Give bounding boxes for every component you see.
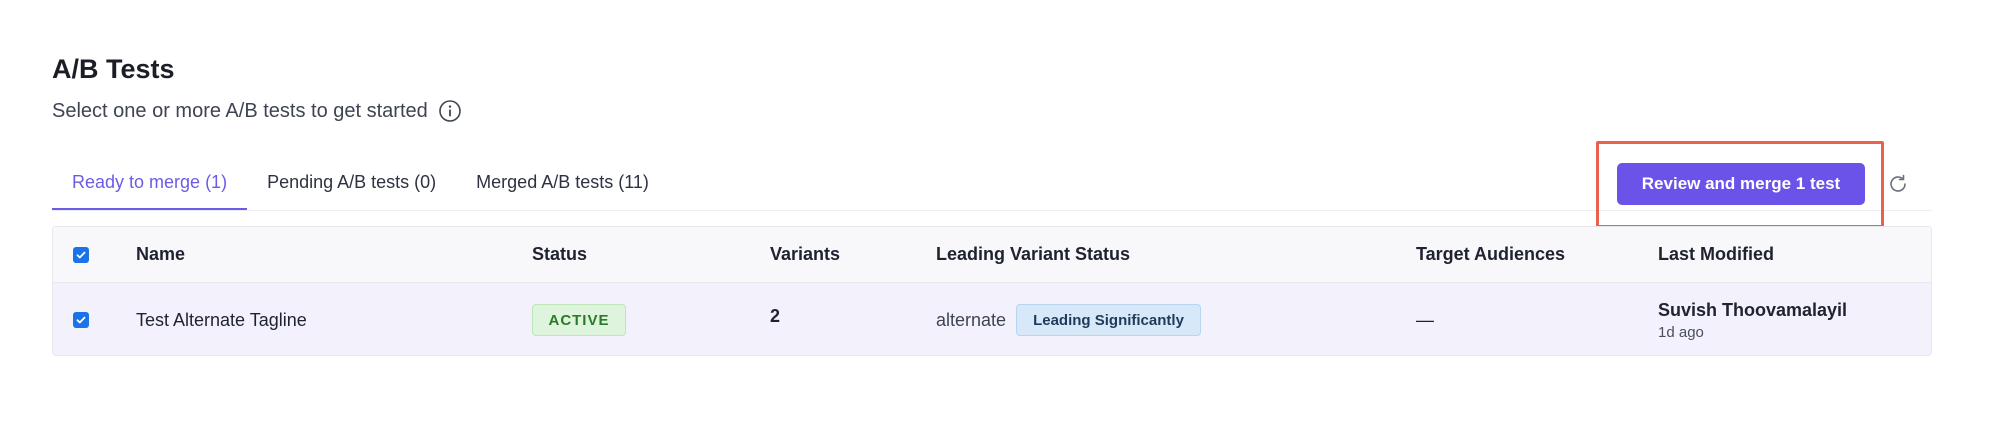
refresh-icon[interactable] xyxy=(1886,172,1910,196)
column-header-target-audiences[interactable]: Target Audiences xyxy=(1416,227,1565,282)
leading-variant-name: alternate xyxy=(936,309,1007,330)
target-audiences-value: — xyxy=(1416,309,1434,330)
status-badge: ACTIVE xyxy=(532,304,626,336)
leading-status-badge: Leading Significantly xyxy=(1016,304,1201,336)
modified-time: 1d ago xyxy=(1658,323,1704,341)
info-icon[interactable] xyxy=(438,99,462,123)
subtitle-text: Select one or more A/B tests to get star… xyxy=(52,99,428,122)
status-cell: ACTIVE xyxy=(532,283,626,355)
tab-pending-ab-tests[interactable]: Pending A/B tests (0) xyxy=(247,160,456,210)
row-checkbox[interactable] xyxy=(73,312,89,328)
tab-bar: Ready to merge (1) Pending A/B tests (0)… xyxy=(52,160,669,210)
column-header-leading-variant-status[interactable]: Leading Variant Status xyxy=(936,227,1130,282)
column-header-variants[interactable]: Variants xyxy=(770,227,840,282)
select-all-cell xyxy=(73,227,89,282)
column-header-last-modified[interactable]: Last Modified xyxy=(1658,227,1774,282)
modified-by: Suvish Thoovamalayil xyxy=(1658,299,1848,320)
page-title: A/B Tests xyxy=(52,54,175,84)
test-name[interactable]: Test Alternate Tagline xyxy=(136,283,307,355)
tab-ready-to-merge[interactable]: Ready to merge (1) xyxy=(52,160,248,210)
leading-variant-cell: alternate Leading Significantly xyxy=(936,283,1201,355)
ab-tests-table: Name Status Variants Leading Variant Sta… xyxy=(52,226,1932,356)
column-header-name[interactable]: Name xyxy=(136,227,185,282)
column-header-status[interactable]: Status xyxy=(532,227,587,282)
variants-count: 2 xyxy=(770,305,781,326)
tab-merged-ab-tests[interactable]: Merged A/B tests (11) xyxy=(456,160,669,210)
variants-cell: 2 xyxy=(770,283,781,355)
select-all-checkbox[interactable] xyxy=(73,246,89,263)
page-subtitle: Select one or more A/B tests to get star… xyxy=(52,99,462,123)
review-and-merge-button[interactable]: Review and merge 1 test xyxy=(1617,163,1865,205)
ab-tests-page: A/B Tests Select one or more A/B tests t… xyxy=(0,0,1999,426)
table-header-row: Name Status Variants Leading Variant Sta… xyxy=(53,227,1931,283)
row-select-cell xyxy=(73,283,89,355)
last-modified-cell: Suvish Thoovamalayil 1d ago xyxy=(1658,283,1848,355)
table-row[interactable]: Test Alternate Tagline ACTIVE 2 alternat… xyxy=(53,283,1931,355)
